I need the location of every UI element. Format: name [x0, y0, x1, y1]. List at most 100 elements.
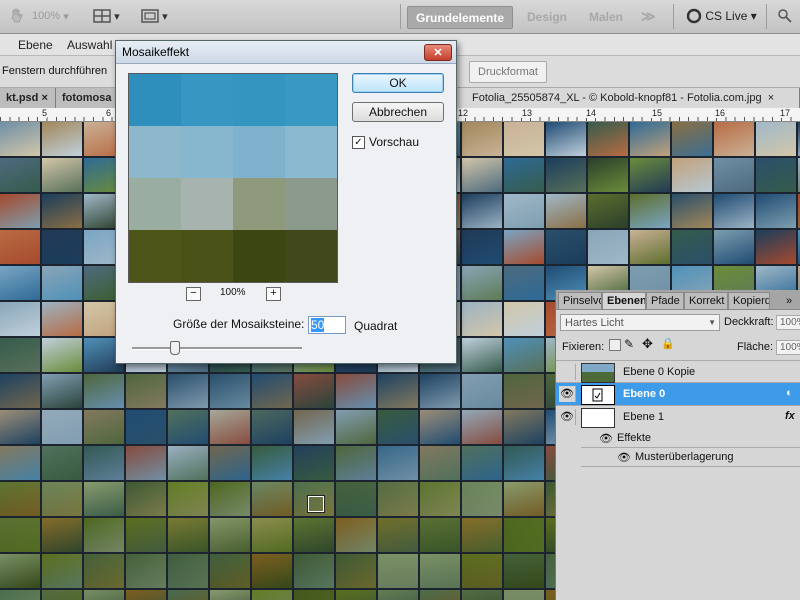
tab-close-icon[interactable]: × — [41, 92, 47, 104]
mosaic-tile — [0, 338, 40, 372]
screen-mode-icon[interactable]: ▾ — [141, 6, 168, 26]
mosaic-tile — [0, 122, 40, 156]
mosaic-tile — [336, 410, 376, 444]
mosaic-tile — [504, 446, 544, 480]
tab-fotomosa[interactable]: fotomosa — [56, 88, 116, 108]
more-workspaces-icon[interactable]: ≫ — [633, 6, 664, 27]
mosaic-tile — [210, 446, 250, 480]
close-icon[interactable]: ✕ — [424, 44, 452, 61]
workspace-grundelemente[interactable]: Grundelemente — [407, 6, 514, 29]
mosaic-preview[interactable] — [128, 73, 338, 283]
layer-row[interactable]: 👁 Ebene 0 ◐ — [556, 383, 800, 406]
tab-kopierquelle[interactable]: Kopierq — [728, 292, 770, 309]
mosaic-tile — [504, 374, 544, 408]
selection-marquee[interactable] — [308, 496, 324, 512]
panel-more-icon[interactable]: » — [782, 292, 798, 309]
preview-checkbox[interactable]: ✓ Vorschau — [352, 135, 419, 149]
arrange-documents-icon[interactable]: ▾ — [93, 6, 120, 26]
mosaic-tile — [672, 122, 712, 156]
mosaic-tile — [336, 482, 376, 516]
cell-size-value: 50 — [311, 318, 325, 332]
tab-close-icon[interactable]: × — [768, 92, 774, 104]
mosaic-tile — [0, 158, 40, 192]
search-help-icon[interactable] — [778, 6, 792, 26]
mosaic-tile — [42, 518, 82, 552]
cell-size-slider-track[interactable] — [132, 347, 302, 350]
mosaic-tile — [168, 482, 208, 516]
druckformat-button[interactable]: Druckformat — [469, 61, 547, 83]
preview-tile — [129, 74, 181, 126]
tab-fotolia[interactable]: Fotolia_25505874_XL - © Kobold-knopf81 -… — [456, 88, 800, 108]
smart-filter-icon[interactable]: ◐ — [786, 387, 793, 399]
opacity-input[interactable]: 100% — [776, 315, 800, 330]
mosaic-tile — [504, 482, 544, 516]
eye-icon[interactable]: 👁 — [559, 409, 576, 425]
separator — [673, 4, 674, 29]
cancel-button[interactable]: Abbrechen — [352, 102, 444, 122]
layer-row[interactable]: 👁 Ebene 1 fx — [556, 406, 800, 429]
mosaic-tile — [462, 590, 502, 600]
eye-icon[interactable]: 👁 — [617, 451, 631, 464]
hand-tool-icon[interactable] — [8, 6, 26, 26]
mosaic-tile — [462, 374, 502, 408]
preview-zoom-level: 100% — [220, 287, 246, 298]
zoom-out-button[interactable]: − — [186, 287, 201, 301]
layers-panel: Pinselvo Ebenen Pfade Korrekt Kopierq » … — [555, 290, 800, 600]
fx-icon[interactable]: fx — [785, 410, 795, 422]
workspace-malen[interactable]: Malen — [581, 6, 631, 27]
menu-ebene[interactable]: Ebene — [18, 38, 53, 52]
chevron-down-icon: ▼ — [708, 318, 716, 327]
mosaic-tile — [0, 194, 40, 228]
mosaic-tile — [210, 482, 250, 516]
layer-row[interactable]: Ebene 0 Kopie — [556, 360, 800, 383]
zoom-in-button[interactable]: + — [266, 287, 281, 301]
tab-korrekturen[interactable]: Korrekt — [684, 292, 728, 309]
preview-tile — [129, 178, 181, 230]
tab-pfade[interactable]: Pfade — [646, 292, 684, 309]
tab-ebenen[interactable]: Ebenen — [602, 292, 646, 309]
zoom-level[interactable]: 100% ▾ — [32, 6, 69, 26]
ruler-number: 16 — [713, 108, 726, 118]
checkbox-icon[interactable]: ✓ — [352, 135, 365, 149]
menu-auswahl[interactable]: Auswahl — [67, 38, 112, 52]
mosaic-tile — [294, 518, 334, 552]
mosaic-tile — [420, 554, 460, 588]
mosaic-tile — [252, 410, 292, 444]
mosaic-tile — [126, 446, 166, 480]
mosaic-tile — [504, 518, 544, 552]
lock-position-icon[interactable]: ✥ — [642, 336, 653, 352]
eye-icon[interactable]: 👁 — [559, 386, 576, 402]
divider — [581, 466, 800, 467]
mosaic-tile — [462, 482, 502, 516]
mosaic-tile — [420, 482, 460, 516]
tab-pinselvorgaben[interactable]: Pinselvo — [558, 292, 602, 309]
layer-name: Ebene 0 — [623, 388, 666, 400]
lock-pixels-icon[interactable]: ✎ — [624, 337, 634, 351]
ruler-number: 5 — [40, 108, 48, 118]
lock-all-icon[interactable]: 🔒 — [661, 337, 675, 350]
tab-label: fotomosa — [62, 92, 112, 104]
mosaic-tile — [210, 590, 250, 600]
visibility-toggle[interactable] — [559, 364, 576, 380]
mosaic-tile — [420, 446, 460, 480]
dialog-titlebar[interactable]: Mosaikeffekt ✕ — [116, 41, 456, 64]
separator — [400, 4, 401, 29]
mosaic-tile — [504, 194, 544, 228]
mosaic-tile — [210, 374, 250, 408]
layer-thumbnail — [581, 363, 615, 383]
mosaic-tile — [588, 158, 628, 192]
cs-live-button[interactable]: CS Live ▾ — [686, 6, 757, 26]
blend-mode-select[interactable]: Hartes Licht ▼ — [560, 314, 720, 331]
cell-size-slider-thumb[interactable] — [170, 341, 180, 355]
effect-pattern-overlay[interactable]: Musterüberlagerung — [635, 451, 733, 463]
workspace-design[interactable]: Design — [519, 6, 575, 27]
mosaic-tile — [252, 518, 292, 552]
lock-transparency-icon[interactable] — [609, 339, 621, 351]
cell-size-input[interactable]: 50 — [308, 316, 346, 334]
mosaic-tile — [756, 122, 796, 156]
mosaic-tile — [546, 122, 586, 156]
fill-input[interactable]: 100% — [776, 340, 800, 355]
eye-icon[interactable]: 👁 — [599, 432, 613, 445]
ok-button[interactable]: OK — [352, 73, 444, 93]
tab-kt-psd[interactable]: kt.psd × — [0, 88, 56, 108]
